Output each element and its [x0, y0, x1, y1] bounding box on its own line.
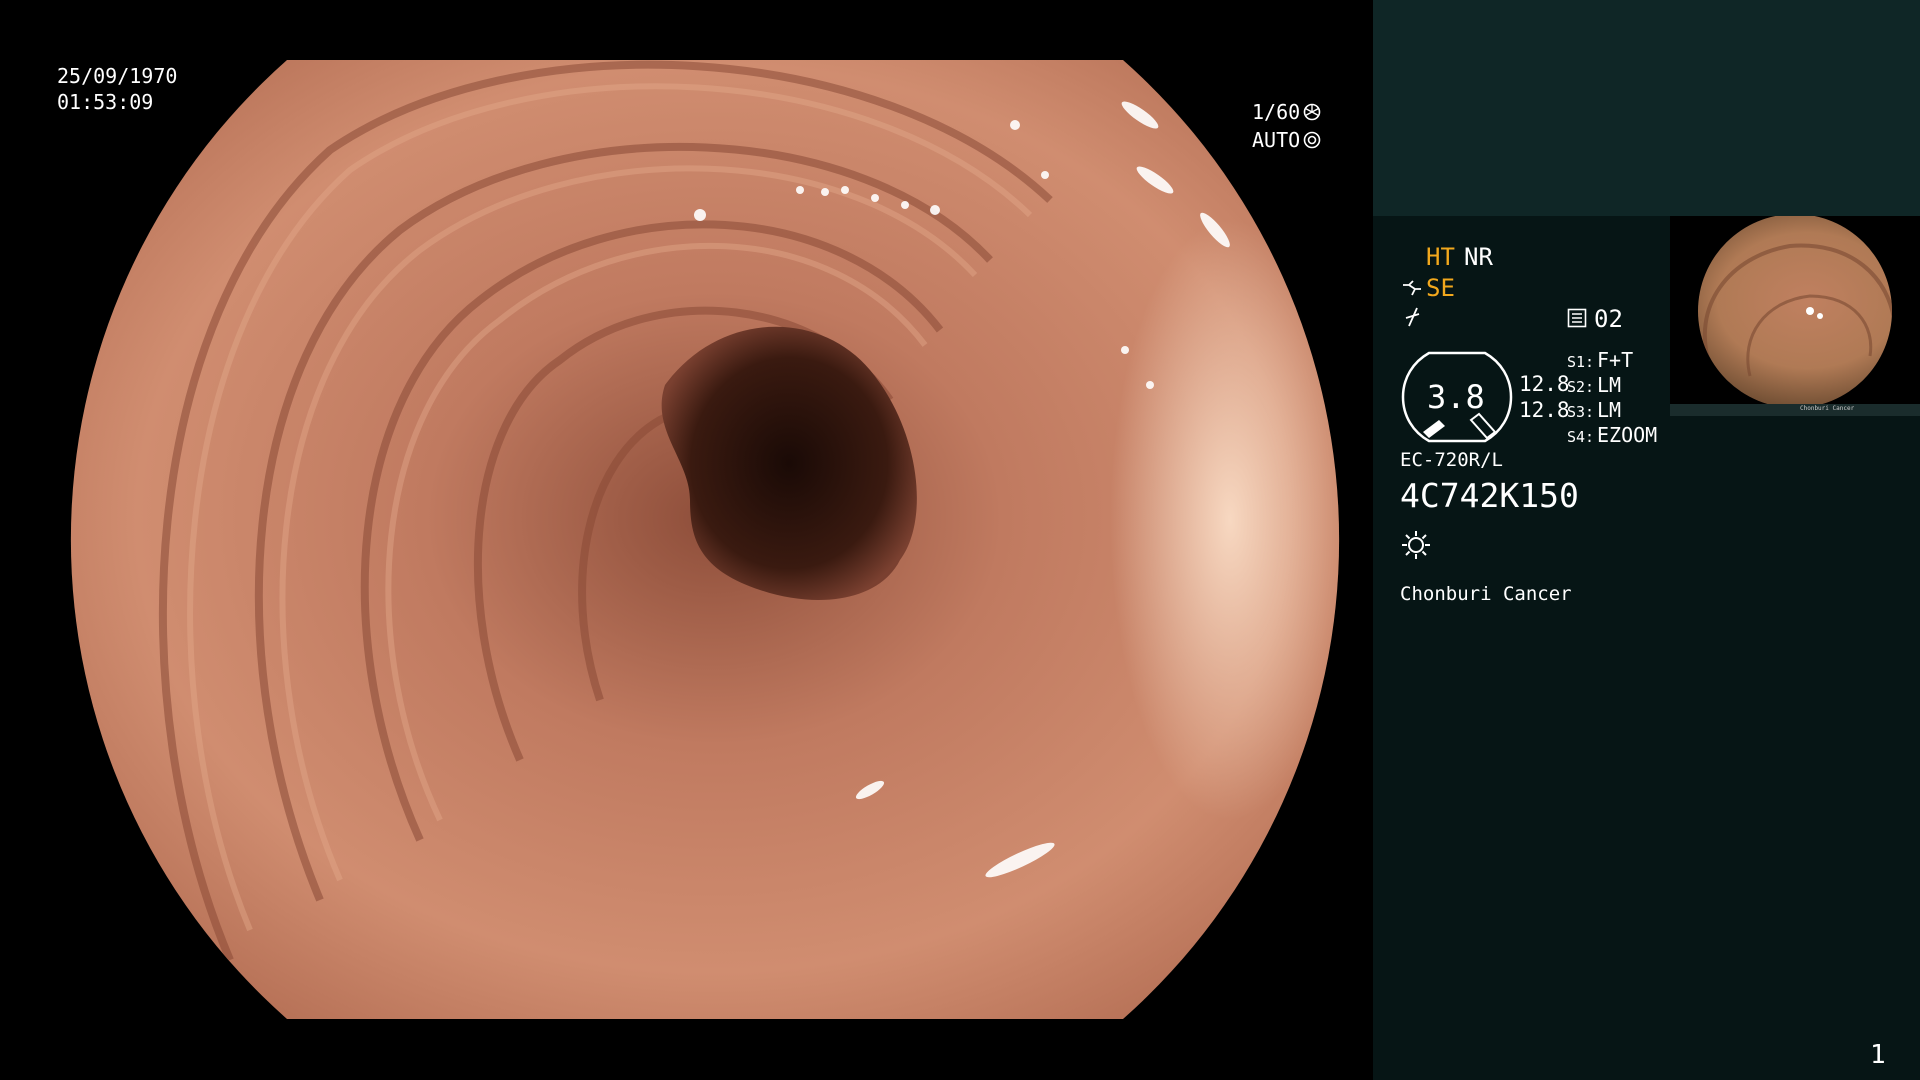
- mode-nr-label: NR: [1464, 243, 1493, 271]
- scope-model: EC-720R/L: [1400, 449, 1503, 471]
- zoom-ratio-2: 12.8: [1519, 398, 1570, 422]
- zoom-ratio-1: 12.8: [1519, 372, 1570, 396]
- switch-item: S1: F+T: [1567, 348, 1634, 372]
- memory-icon: [1567, 308, 1587, 328]
- shutter-speed: 1/60: [1252, 100, 1301, 124]
- shutter-icon: [1303, 103, 1321, 121]
- zoom-value: 3.8: [1427, 378, 1485, 416]
- captured-thumbnail[interactable]: Chonburi Cancer: [1670, 216, 1920, 416]
- scope-serial: 4C742K150: [1400, 476, 1579, 515]
- thumbnail-caption-bar: [1670, 404, 1920, 416]
- mode-se-label: SE: [1426, 274, 1455, 302]
- time-readout: 01:53:09: [57, 90, 154, 114]
- auto-exposure-icon: [1303, 131, 1321, 149]
- scope-angle-icon: [1403, 280, 1421, 296]
- panel-header-area: [1373, 0, 1920, 216]
- date-readout: 25/09/1970: [57, 64, 178, 88]
- status-panel: HT NR SE 02 3.8 12.8 12.8 S1: F+T S2: LM…: [1373, 0, 1920, 1080]
- light-icon: [1402, 531, 1430, 559]
- exposure-readout: AUTO: [1252, 127, 1321, 153]
- switch-list: S1: F+T S2: LM S3: LM S4: EZOOM: [1567, 348, 1657, 448]
- page-number: 1: [1870, 1040, 1886, 1070]
- endoscope-image: [70, 60, 1340, 1019]
- switch-item: S2: LM: [1567, 373, 1622, 397]
- endoscope-video-view: 25/09/1970 01:53:09 1/60 AUTO: [0, 0, 1373, 1080]
- switch-item: S3: LM: [1567, 398, 1622, 422]
- memory-channel: 02: [1594, 305, 1623, 333]
- institution-name: Chonburi Cancer: [1400, 583, 1572, 605]
- enhance-icon: [1405, 307, 1420, 327]
- thumbnail-caption: Chonburi Cancer: [1800, 405, 1855, 412]
- exposure-mode: AUTO: [1252, 128, 1301, 152]
- shutter-readout: 1/60: [1252, 99, 1321, 125]
- switch-item: S4: EZOOM: [1567, 423, 1658, 447]
- mode-ht-label: HT: [1426, 243, 1455, 271]
- thumbnail-image: [1698, 216, 1892, 404]
